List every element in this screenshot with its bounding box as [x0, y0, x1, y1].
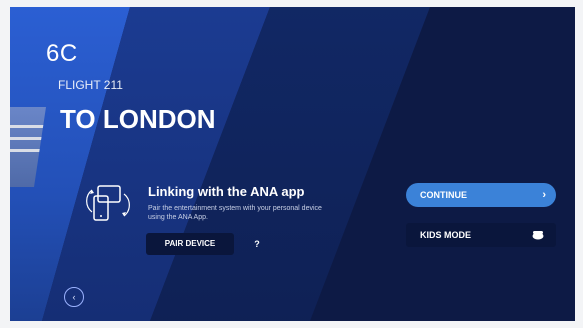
kids-mode-icon [532, 230, 544, 240]
linking-description: Pair the entertainment system with your … [148, 205, 322, 221]
kids-mode-label: KIDS MODE [420, 230, 472, 240]
pair-device-button[interactable]: PAIR DEVICE [146, 233, 234, 255]
destination-title: TO LONDON [60, 104, 216, 134]
flight-number: FLIGHT 211 [58, 78, 123, 92]
kids-mode-button[interactable]: KIDS MODE [406, 223, 556, 247]
continue-button[interactable]: CONTINUE › [406, 183, 556, 207]
back-button[interactable]: ‹ [64, 287, 84, 307]
continue-label: CONTINUE [420, 190, 467, 200]
seat-number: 6C [46, 40, 78, 67]
chevron-right-icon: › [542, 189, 546, 201]
back-icon: ‹ [72, 292, 76, 302]
screen-frame: 6C FLIGHT 211 TO LONDON Linking with the… [10, 7, 575, 321]
help-button[interactable]: ? [250, 233, 264, 255]
device-link-icon [82, 178, 132, 228]
linking-title: Linking with the ANA app [148, 184, 305, 199]
